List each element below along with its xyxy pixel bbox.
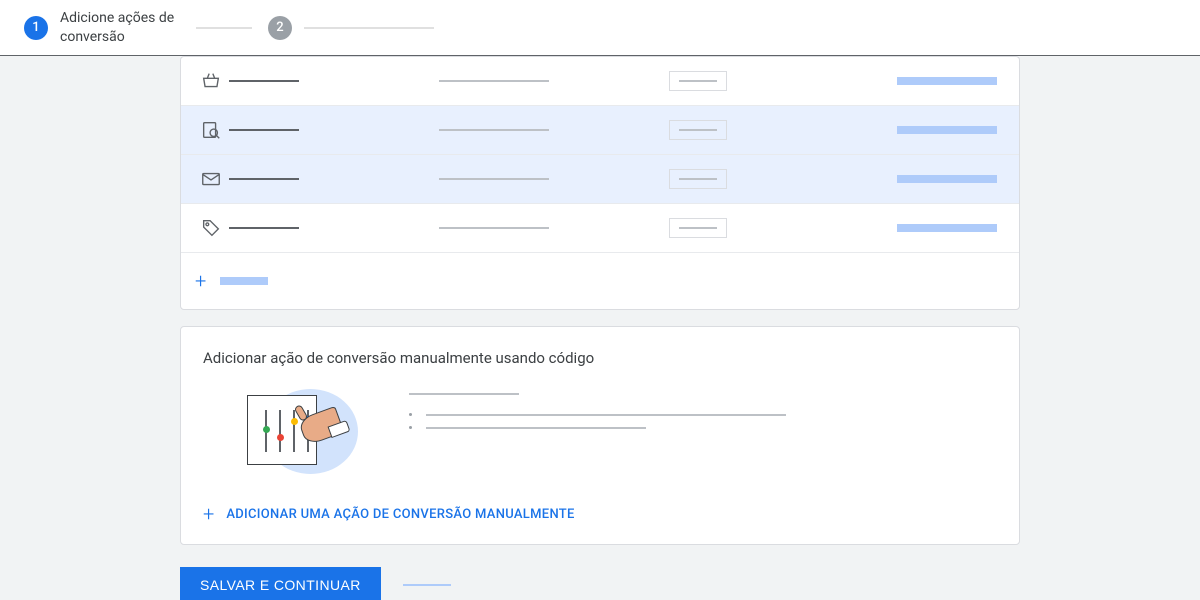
envelope-icon	[193, 168, 229, 190]
row-action-placeholder[interactable]	[897, 224, 997, 232]
manual-card-title: Adicionar ação de conversão manualmente …	[203, 349, 997, 367]
row-desc-placeholder	[439, 227, 549, 229]
step-2-number: 2	[268, 16, 292, 40]
row-name-placeholder	[229, 227, 299, 229]
step-1-label: Adicione ações de conversão	[60, 9, 180, 45]
save-continue-button[interactable]: SALVAR E CONTINUAR	[180, 567, 381, 600]
table-row[interactable]	[181, 204, 1019, 253]
step-divider	[196, 27, 252, 29]
stepper-header: 1 Adicione ações de conversão 2	[0, 0, 1200, 56]
content-area: + Adicionar ação de conversão manualment…	[0, 56, 1200, 600]
add-label-placeholder	[220, 277, 268, 285]
step-2[interactable]: 2	[268, 16, 292, 40]
row-name-placeholder	[229, 129, 299, 131]
manual-description	[409, 389, 997, 439]
row-desc-placeholder	[439, 80, 549, 82]
basket-icon	[193, 70, 229, 92]
footer-actions: SALVAR E CONTINUAR	[180, 567, 1020, 600]
row-input[interactable]	[669, 71, 727, 91]
plus-icon: +	[195, 269, 206, 293]
add-action-button[interactable]: +	[181, 253, 1019, 293]
conversion-actions-card: +	[180, 56, 1020, 310]
tag-icon	[193, 217, 229, 239]
plus-icon: +	[203, 502, 214, 526]
add-manual-label: ADICIONAR UMA AÇÃO DE CONVERSÃO MANUALME…	[226, 507, 574, 522]
row-name-placeholder	[229, 178, 299, 180]
row-input[interactable]	[669, 169, 727, 189]
row-desc-placeholder	[439, 129, 549, 131]
row-input[interactable]	[669, 120, 727, 140]
row-action-placeholder[interactable]	[897, 126, 997, 134]
search-page-icon	[193, 119, 229, 141]
add-manual-conversion-button[interactable]: + ADICIONAR UMA AÇÃO DE CONVERSÃO MANUAL…	[203, 502, 997, 526]
sliders-illustration	[243, 389, 353, 474]
step-1[interactable]: 1 Adicione ações de conversão	[24, 9, 180, 45]
table-row[interactable]	[181, 155, 1019, 204]
step-1-number: 1	[24, 16, 48, 40]
row-input[interactable]	[669, 218, 727, 238]
table-row[interactable]	[181, 57, 1019, 106]
manual-conversion-card: Adicionar ação de conversão manualmente …	[180, 326, 1020, 545]
row-desc-placeholder	[439, 178, 549, 180]
row-action-placeholder[interactable]	[897, 175, 997, 183]
cancel-placeholder[interactable]	[403, 584, 451, 586]
table-row[interactable]	[181, 106, 1019, 155]
step-2-trail	[304, 27, 434, 29]
row-name-placeholder	[229, 80, 299, 82]
row-action-placeholder[interactable]	[897, 77, 997, 85]
